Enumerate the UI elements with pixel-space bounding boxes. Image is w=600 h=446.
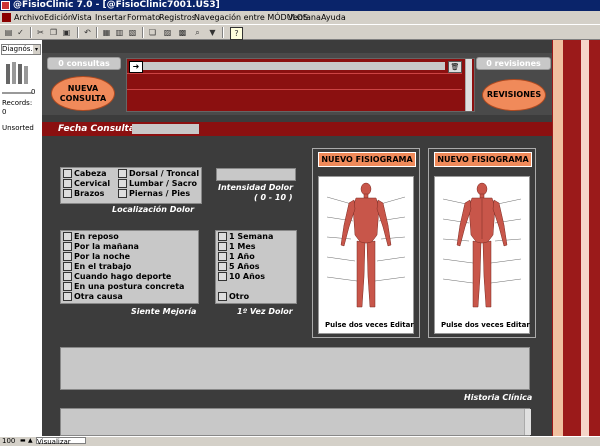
mejoria-caption: Siente Mejoría — [131, 307, 197, 316]
revisiones-count: 0 revisiones — [476, 57, 551, 70]
nuevo-fisiograma-posterior-button[interactable]: NUEVO FISIOGRAMA — [434, 152, 532, 167]
chevron-down-icon[interactable]: ▾ — [33, 45, 40, 54]
check-postura[interactable]: En una postura concreta — [63, 282, 184, 292]
consultas-count: 0 consultas — [47, 57, 121, 70]
menu-formato[interactable]: Formato — [127, 11, 160, 24]
localizacion-caption: Localización Dolor — [112, 205, 195, 214]
menu-archivo[interactable]: Archivo — [14, 11, 44, 24]
record-slider[interactable] — [2, 92, 32, 94]
delete-record-icon[interactable]: ▩ — [177, 27, 188, 38]
check-1-semana[interactable]: 1 Semana — [218, 232, 273, 242]
portal-field[interactable] — [143, 62, 445, 70]
cut-icon[interactable]: ✂ — [35, 27, 46, 38]
portal-scrollbar[interactable] — [465, 59, 472, 111]
sort-icon[interactable]: ▥ — [114, 27, 125, 38]
undo-icon[interactable]: ↶ — [82, 27, 93, 38]
print-icon[interactable]: ▤ — [3, 27, 14, 38]
arrow-right-icon[interactable]: ➜ — [129, 61, 143, 73]
check-10-anos[interactable]: 10 Años — [218, 272, 265, 282]
slider-value: 0 — [31, 88, 36, 96]
check-otro[interactable]: Otro — [218, 292, 249, 302]
view-select[interactable]: Diagnós... ▾ — [1, 44, 41, 55]
intensidad-range: ( 0 - 10 ) — [254, 193, 293, 202]
sort-status: Unsorted — [2, 124, 34, 132]
check-trabajo[interactable]: En el trabajo — [63, 262, 131, 272]
check-noche[interactable]: Por la noche — [63, 252, 130, 262]
notes-scrollbar[interactable] — [524, 409, 531, 435]
anatomy-back-icon — [442, 182, 522, 308]
find-icon[interactable]: ⌕ — [192, 27, 203, 38]
menu-insertar[interactable]: Insertar — [95, 11, 126, 24]
menu-edicion[interactable]: Edición — [44, 11, 73, 24]
fisiograma-frontal-hint: Pulse dos veces Editar — [325, 321, 414, 329]
check-piernas[interactable]: Piernas / Pies — [118, 189, 190, 199]
check-dorsal[interactable]: Dorsal / Troncal — [118, 169, 199, 179]
nuevo-fisiograma-frontal-button[interactable]: NUEVO FISIOGRAMA — [318, 152, 416, 167]
fecha-band: Fecha Consulta — [42, 122, 552, 136]
spell-icon[interactable]: ✓ — [15, 27, 26, 38]
records-count: 0 — [2, 108, 7, 116]
records-label: Records: — [2, 99, 33, 107]
help-icon[interactable]: ? — [230, 27, 243, 40]
notes-field[interactable] — [60, 408, 531, 436]
window-icon[interactable]: ❏ — [147, 27, 158, 38]
historia-caption: Historia Clínica — [464, 393, 533, 402]
check-lumbar[interactable]: Lumbar / Sacro — [118, 179, 197, 189]
book-icon[interactable] — [4, 60, 36, 90]
fisiograma-frontal-image[interactable]: Pulse dos veces Editar — [318, 176, 414, 334]
check-cervical[interactable]: Cervical — [63, 179, 110, 189]
fisiograma-posterior-hint: Pulse dos veces Editar — [441, 321, 530, 329]
new-record-icon[interactable]: ▨ — [162, 27, 173, 38]
fisiograma-posterior-image[interactable]: Pulse dos veces Editar — [434, 176, 530, 334]
trash-icon[interactable]: 🗑 — [448, 61, 462, 73]
consultas-portal[interactable]: ➜ 🗑 — [126, 58, 475, 112]
check-otra-causa[interactable]: Otra causa — [63, 292, 123, 302]
layout-area: 0 consultas 0 revisiones NUEVA CONSULTA … — [42, 40, 552, 436]
check-deporte[interactable]: Cuando hago deporte — [63, 272, 171, 282]
paste-icon[interactable]: ▣ — [61, 27, 72, 38]
menu-bar: Archivo Edición Vista Insertar Formato R… — [0, 11, 600, 24]
copy-icon[interactable]: ❐ — [48, 27, 59, 38]
check-5-anos[interactable]: 5 Años — [218, 262, 260, 272]
fecha-label: Fecha Consulta — [58, 124, 135, 134]
filter-icon[interactable]: ▼ — [207, 27, 218, 38]
check-manana[interactable]: Por la mañana — [63, 242, 139, 252]
intensidad-caption: Intensidad Dolor — [218, 183, 294, 192]
right-stripe-pink — [581, 40, 589, 436]
menu-registros[interactable]: Registros — [159, 11, 196, 24]
toolbar: ▤ ✓ ✂ ❐ ▣ ↶ ▦ ▥ ▧ ❏ ▨ ▩ ⌕ ▼ ? — [0, 24, 600, 40]
fecha-input[interactable] — [132, 124, 199, 134]
primera-vez-caption: 1º Vez Dolor — [237, 307, 293, 316]
right-stripe-salmon — [553, 40, 563, 436]
check-brazos[interactable]: Brazos — [63, 189, 104, 199]
format-icon[interactable]: ▦ — [101, 27, 112, 38]
nueva-consulta-button[interactable]: NUEVA CONSULTA — [51, 76, 115, 111]
table-icon[interactable]: ▧ — [127, 27, 138, 38]
check-1-mes[interactable]: 1 Mes — [218, 242, 256, 252]
document-icon[interactable] — [2, 13, 11, 22]
check-1-ano[interactable]: 1 Año — [218, 252, 255, 262]
anatomy-front-icon — [326, 182, 406, 308]
menu-ventana[interactable]: Ventana — [288, 11, 321, 24]
app-icon — [1, 1, 10, 10]
title-bar: @FisioClinic 7.0 - [@FisioClinic7001.US3… — [0, 0, 600, 11]
status-area: Diagnós... ▾ 0 Records: 0 Unsorted — [0, 40, 43, 436]
menu-ayuda[interactable]: Ayuda — [321, 11, 346, 24]
intensidad-input[interactable] — [216, 168, 296, 181]
check-cabeza[interactable]: Cabeza — [63, 169, 106, 179]
window-title: @FisioClinic 7.0 - [@FisioClinic7001.US3… — [13, 0, 220, 10]
revisiones-button[interactable]: REVISIONES — [482, 79, 546, 111]
historia-clinica-field[interactable] — [60, 347, 530, 390]
view-mode-select[interactable]: Visualizar — [36, 437, 86, 446]
check-reposo[interactable]: En reposo — [63, 232, 119, 242]
menu-vista[interactable]: Vista — [72, 11, 92, 24]
